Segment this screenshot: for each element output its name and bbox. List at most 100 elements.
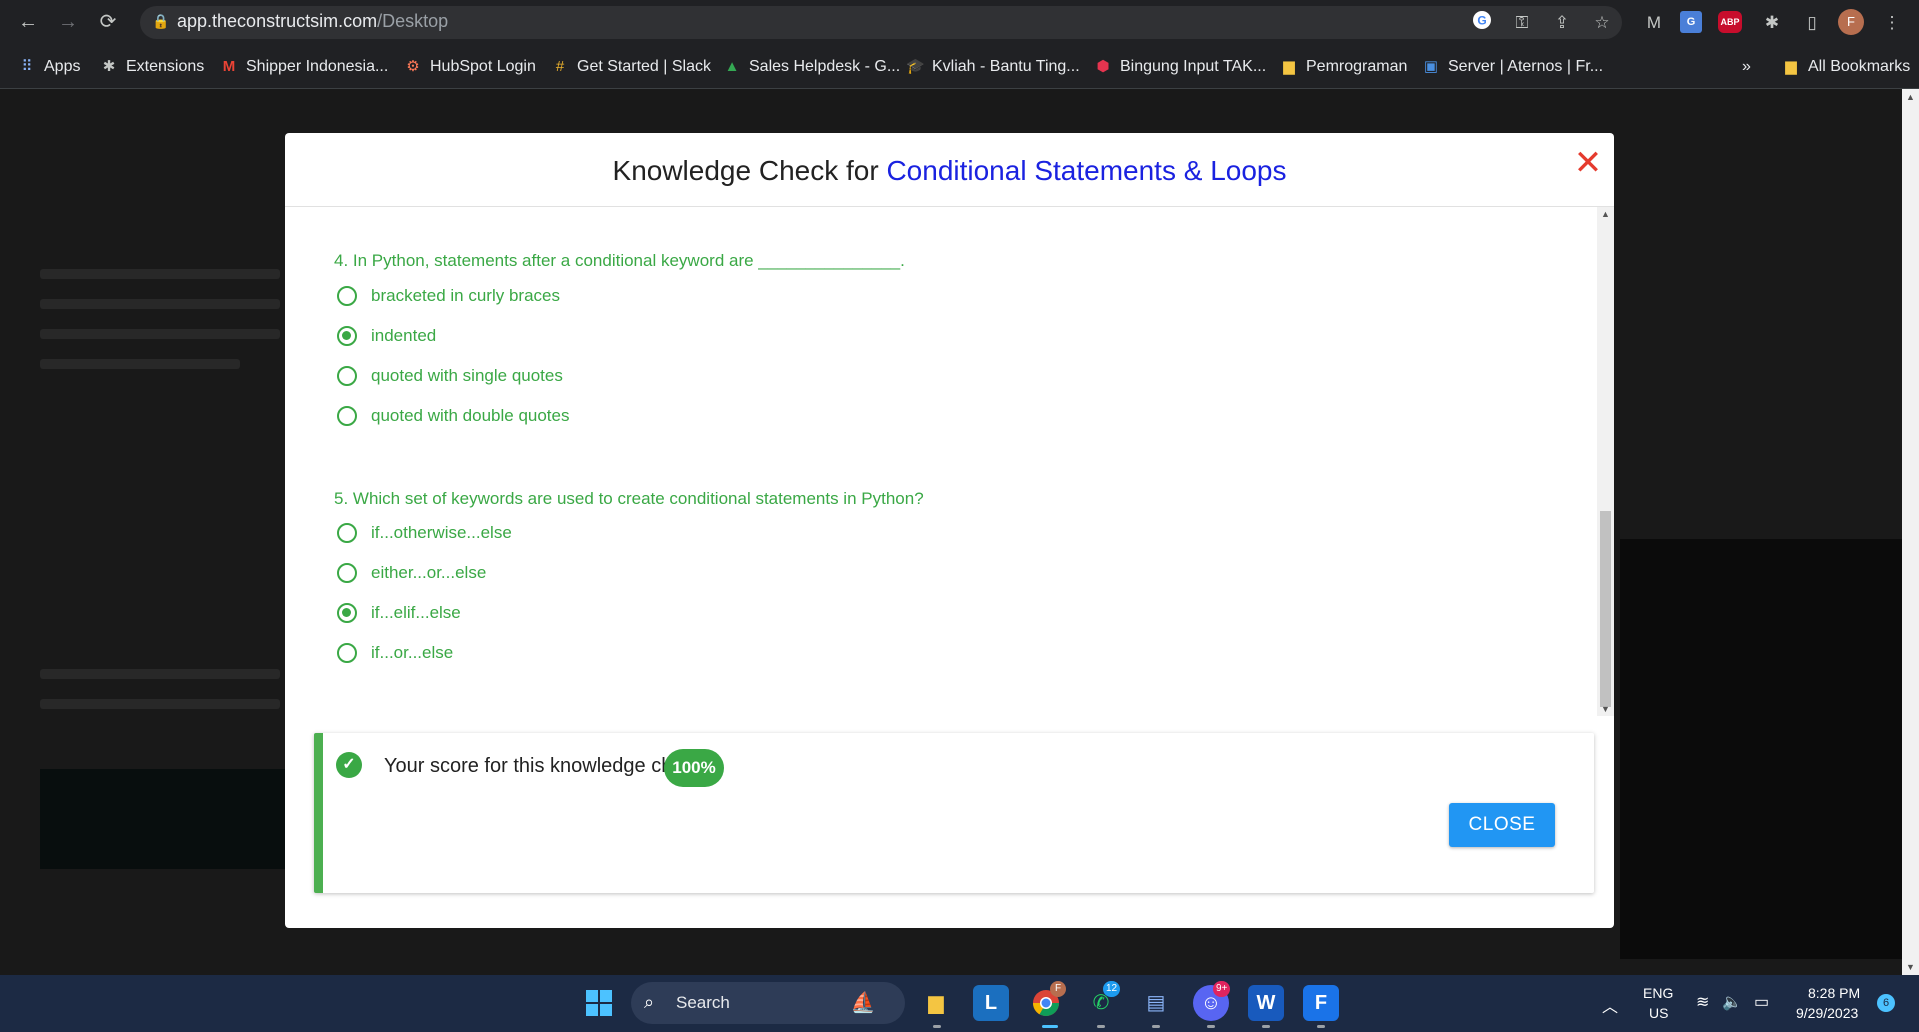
- scroll-down-arrow-icon[interactable]: ▼: [1597, 702, 1614, 716]
- whatsapp-badge: 12: [1103, 981, 1121, 997]
- knowledge-check-modal: Knowledge Check for Conditional Statemen…: [285, 133, 1614, 928]
- tray-chevron-up-icon[interactable]: ︿: [1602, 993, 1618, 1017]
- modal-header: Knowledge Check for Conditional Statemen…: [285, 133, 1614, 207]
- title-prefix: Knowledge Check for: [612, 155, 887, 186]
- page-scrollbar[interactable]: ▲ ▼: [1902, 89, 1919, 975]
- question-5-option[interactable]: either...or...else: [337, 559, 486, 587]
- running-indicator: [1097, 1025, 1105, 1028]
- clock-time[interactable]: 8:28 PM: [1808, 985, 1860, 1001]
- close-button[interactable]: CLOSE: [1449, 803, 1555, 847]
- running-indicator: [933, 1025, 941, 1028]
- question-4-option[interactable]: bracketed in curly braces: [337, 282, 560, 310]
- folder-icon: ▆: [1283, 58, 1295, 75]
- bookmarks-bar: ⠿ Apps ✱ Extensions M Shipper Indonesia... …: [0, 45, 1919, 89]
- option-label: bracketed in curly braces: [371, 286, 560, 305]
- wifi-icon[interactable]: ≋: [1696, 992, 1709, 1012]
- menu-kebab-icon[interactable]: ⋮: [1878, 9, 1906, 37]
- option-label: if...otherwise...else: [371, 523, 512, 542]
- bookmark-aternos[interactable]: ▣ Server | Aternos | Fr...: [1422, 56, 1603, 78]
- adblock-plus-icon[interactable]: ABP: [1718, 11, 1742, 33]
- launcher-l-icon[interactable]: L: [973, 985, 1009, 1021]
- search-highlight-icon[interactable]: ⛵: [845, 985, 881, 1021]
- modal-scrollbar[interactable]: ▲ ▼: [1597, 207, 1614, 716]
- google-icon[interactable]: G: [1469, 10, 1495, 36]
- running-indicator: [1317, 1025, 1325, 1028]
- question-5-option[interactable]: if...or...else: [337, 639, 453, 667]
- score-label: Your score for this knowledge check:: [384, 755, 709, 777]
- star-bookmark-icon[interactable]: ☆: [1589, 10, 1615, 36]
- question-5-option[interactable]: if...otherwise...else: [337, 519, 512, 547]
- bookmark-label: Kvliah - Bantu Ting...: [932, 58, 1080, 75]
- profile-avatar[interactable]: F: [1838, 9, 1864, 35]
- radio-button-selected[interactable]: [337, 603, 357, 623]
- region-code[interactable]: US: [1649, 1005, 1668, 1021]
- lock-icon[interactable]: 🔒: [152, 13, 169, 30]
- radio-button-selected[interactable]: [337, 326, 357, 346]
- extensions-puzzle-icon[interactable]: ✱: [1758, 9, 1786, 37]
- scroll-up-arrow-icon[interactable]: ▲: [1902, 89, 1919, 105]
- option-label: if...elif...else: [371, 603, 461, 622]
- bookmark-label: Apps: [44, 58, 81, 75]
- windows-start-icon[interactable]: [581, 985, 617, 1021]
- google-translate-icon[interactable]: G: [1680, 11, 1702, 33]
- bookmark-slack[interactable]: # Get Started | Slack: [551, 56, 711, 78]
- windows-taskbar: ⌕ Search ⛵ ▆ L F ✆ 12 ▤ ☺ 9+ W F ︿ ENG U…: [0, 975, 1919, 1032]
- bookmark-shipper[interactable]: M Shipper Indonesia...: [220, 56, 389, 78]
- speaker-icon[interactable]: 🔈: [1722, 992, 1742, 1012]
- battery-icon[interactable]: ▭: [1754, 992, 1769, 1012]
- running-indicator: [1262, 1025, 1270, 1028]
- hubspot-icon: ⚙: [406, 58, 420, 75]
- bookmark-kvliah[interactable]: 🎓 Kvliah - Bantu Ting...: [906, 56, 1080, 78]
- folder-icon: ▆: [1785, 58, 1797, 75]
- key-icon[interactable]: ⚿: [1509, 10, 1535, 36]
- word-icon[interactable]: W: [1248, 985, 1284, 1021]
- scroll-down-arrow-icon[interactable]: ▼: [1902, 959, 1919, 975]
- question-4-option[interactable]: quoted with double quotes: [337, 402, 570, 430]
- option-label: quoted with single quotes: [371, 366, 563, 385]
- close-icon[interactable]: ✕: [1570, 145, 1606, 181]
- side-panel-icon[interactable]: ▯: [1798, 9, 1826, 37]
- share-icon[interactable]: ⇪: [1549, 10, 1575, 36]
- language-code[interactable]: ENG: [1643, 985, 1673, 1001]
- radio-button[interactable]: [337, 523, 357, 543]
- notepad-icon[interactable]: ▤: [1138, 985, 1174, 1021]
- bookmark-bingung[interactable]: ⬢ Bingung Input TAK...: [1094, 56, 1266, 78]
- overflow-chevron-icon: »: [1742, 58, 1751, 75]
- scroll-up-arrow-icon[interactable]: ▲: [1597, 207, 1614, 221]
- bookmark-label: All Bookmarks: [1808, 58, 1911, 75]
- question-5-text: 5. Which set of keywords are used to cre…: [334, 489, 924, 508]
- radio-button[interactable]: [337, 366, 357, 386]
- slack-icon: #: [555, 58, 565, 75]
- modal-title: Knowledge Check for Conditional Statemen…: [285, 155, 1614, 187]
- bookmarks-overflow-button[interactable]: »: [1742, 56, 1751, 78]
- google-drive-icon: ▲: [724, 58, 740, 75]
- file-explorer-icon[interactable]: ▆: [918, 985, 954, 1021]
- clock-date[interactable]: 9/29/2023: [1796, 1005, 1858, 1021]
- forward-arrow-icon[interactable]: →: [54, 8, 82, 36]
- app-f-icon[interactable]: F: [1303, 985, 1339, 1021]
- radio-button[interactable]: [337, 563, 357, 583]
- back-arrow-icon[interactable]: ←: [14, 8, 42, 36]
- reload-icon[interactable]: ⟳: [94, 8, 122, 36]
- scrollbar-thumb[interactable]: [1600, 511, 1611, 707]
- hexagon-icon: ⬢: [1096, 58, 1110, 75]
- question-5-option[interactable]: if...elif...else: [337, 599, 461, 627]
- apps-grid-icon: ⠿: [21, 58, 33, 75]
- bookmark-sales-helpdesk[interactable]: ▲ Sales Helpdesk - G...: [723, 56, 901, 78]
- notification-count-badge[interactable]: 6: [1877, 994, 1895, 1012]
- all-bookmarks[interactable]: ▆ All Bookmarks: [1782, 56, 1910, 78]
- bookmark-extensions[interactable]: ✱ Extensions: [100, 56, 205, 78]
- url-text[interactable]: app.theconstructsim.com/Desktop: [177, 11, 448, 32]
- radio-button[interactable]: [337, 643, 357, 663]
- bookmark-pemrograman[interactable]: ▆ Pemrograman: [1280, 56, 1407, 78]
- radio-button[interactable]: [337, 406, 357, 426]
- search-icon: ⌕: [644, 992, 655, 1012]
- bookmark-hubspot[interactable]: ⚙ HubSpot Login: [404, 56, 536, 78]
- question-4-option[interactable]: quoted with single quotes: [337, 362, 563, 390]
- question-4-text: 4. In Python, statements after a conditi…: [334, 251, 905, 270]
- svg-text:G: G: [1477, 14, 1486, 28]
- radio-button[interactable]: [337, 286, 357, 306]
- question-4-option[interactable]: indented: [337, 322, 436, 350]
- bookmark-apps[interactable]: ⠿ Apps: [18, 56, 81, 78]
- extension-m-icon[interactable]: M: [1640, 9, 1668, 37]
